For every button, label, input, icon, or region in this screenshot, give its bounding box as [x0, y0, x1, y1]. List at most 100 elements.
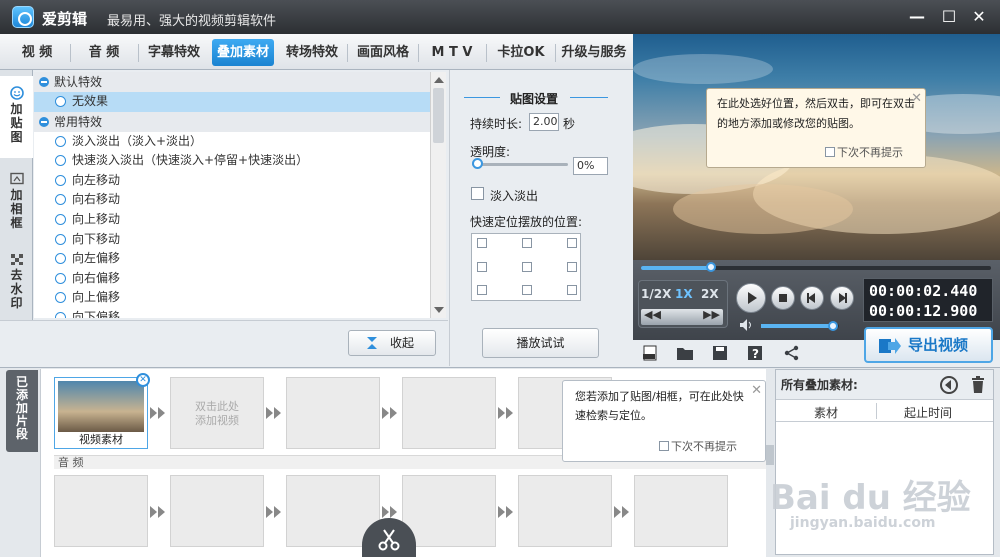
- tab-audio[interactable]: 音 频: [75, 39, 133, 66]
- position-checkbox[interactable]: [567, 238, 577, 248]
- list-item-no-effect[interactable]: 无效果: [34, 92, 430, 112]
- tab-upgrade-service[interactable]: 升级与服务: [558, 39, 630, 66]
- side-tab-remove-watermark[interactable]: 去水印: [0, 244, 33, 318]
- empty-clip-slot[interactable]: [286, 377, 380, 449]
- video-clip[interactable]: 视频素材 ✕: [54, 373, 150, 449]
- collapse-icon[interactable]: [39, 116, 49, 127]
- position-checkbox[interactable]: [522, 285, 532, 295]
- tab-transition-effects[interactable]: 转场特效: [281, 39, 343, 66]
- tab-picture-style[interactable]: 画面风格: [352, 39, 414, 66]
- opacity-input[interactable]: 0%: [573, 157, 608, 175]
- empty-audio-slot[interactable]: [170, 475, 264, 547]
- column-start-end-time: 起止时间: [904, 406, 953, 420]
- tooltip-close-button[interactable]: ✕: [911, 89, 922, 109]
- volume-knob[interactable]: [827, 321, 838, 331]
- list-item[interactable]: 向上移动: [34, 210, 430, 230]
- position-checkbox[interactable]: [477, 238, 487, 248]
- step-back-icon[interactable]: ◀◀: [644, 308, 661, 321]
- back-icon[interactable]: [940, 376, 958, 394]
- side-tab-label: 去水印: [10, 268, 23, 310]
- overlays-panel-title: 所有叠加素材:: [776, 370, 993, 400]
- position-checkbox[interactable]: [522, 238, 532, 248]
- add-video-slot[interactable]: 双击此处添加视频: [170, 377, 264, 449]
- empty-audio-slot[interactable]: [518, 475, 612, 547]
- app-title: 爱剪辑: [42, 10, 88, 28]
- app-logo-icon: [12, 6, 34, 28]
- empty-clip-slot[interactable]: [402, 377, 496, 449]
- group-common-effects[interactable]: 常用特效: [34, 111, 430, 132]
- collapse-icon: [367, 337, 377, 349]
- effect-list-scrollbar[interactable]: [430, 72, 446, 318]
- list-item[interactable]: 向下移动: [34, 230, 430, 250]
- play-button[interactable]: [736, 283, 766, 313]
- help-icon[interactable]: ?: [746, 345, 764, 361]
- previous-frame-button[interactable]: [800, 286, 824, 310]
- arrow-icon: [266, 506, 281, 518]
- no-remind-checkbox[interactable]: 下次不再提示: [825, 143, 903, 163]
- list-item[interactable]: 快速淡入淡出（快速淡入+停留+快速淡出）: [34, 151, 430, 171]
- tab-video[interactable]: 视 频: [8, 39, 66, 66]
- tab-subtitle-effects[interactable]: 字幕特效: [143, 39, 205, 66]
- list-item[interactable]: 向左偏移: [34, 249, 430, 269]
- tab-overlay-material[interactable]: 叠加素材: [212, 39, 274, 66]
- empty-audio-slot[interactable]: [634, 475, 728, 547]
- scrollbar-thumb[interactable]: [433, 88, 444, 143]
- scroll-up-icon[interactable]: [434, 77, 444, 83]
- position-checkbox[interactable]: [567, 285, 577, 295]
- position-checkbox[interactable]: [477, 285, 487, 295]
- scroll-down-icon[interactable]: [434, 307, 444, 313]
- opacity-slider[interactable]: [472, 158, 483, 169]
- share-icon[interactable]: [783, 345, 801, 361]
- empty-audio-slot[interactable]: [402, 475, 496, 547]
- fade-checkbox[interactable]: [471, 187, 484, 200]
- speed-half-button[interactable]: 1/2X: [641, 287, 671, 301]
- duration-input[interactable]: 2.00: [529, 113, 559, 131]
- new-file-icon[interactable]: [641, 345, 659, 361]
- list-item[interactable]: 向右偏移: [34, 269, 430, 289]
- group-default-effects[interactable]: 默认特效: [34, 72, 430, 92]
- no-remind-checkbox[interactable]: 下次不再提示: [659, 437, 737, 456]
- position-checkbox[interactable]: [522, 262, 532, 272]
- step-forward-icon[interactable]: ▶▶: [703, 308, 720, 321]
- maximize-button[interactable]: ☐: [938, 6, 960, 28]
- main-tab-bar: 视 频 音 频 字幕特效 叠加素材 转场特效 画面风格 M T V 卡拉OK 升…: [0, 34, 633, 70]
- seek-bar[interactable]: [641, 266, 991, 270]
- tooltip-close-button[interactable]: ✕: [751, 381, 762, 400]
- timecode-display: 00:00:02.440 00:00:12.900: [863, 278, 993, 322]
- seek-knob[interactable]: [706, 262, 716, 272]
- side-tab-add-sticker[interactable]: 加贴图: [0, 76, 33, 158]
- list-item[interactable]: 向下偏移: [34, 308, 430, 318]
- position-checkbox[interactable]: [477, 262, 487, 272]
- tab-mtv[interactable]: M T V: [423, 39, 481, 66]
- volume-icon[interactable]: [739, 318, 755, 332]
- open-folder-icon[interactable]: [676, 345, 694, 361]
- side-tab-add-frame[interactable]: 加相框: [0, 162, 33, 242]
- list-item[interactable]: 向左移动: [34, 171, 430, 191]
- stop-button[interactable]: [771, 286, 795, 310]
- remove-clip-icon[interactable]: ✕: [136, 373, 150, 387]
- export-video-button[interactable]: 导出视频: [864, 327, 993, 363]
- collapse-icon[interactable]: [39, 77, 49, 87]
- collapse-button[interactable]: 收起: [348, 330, 436, 356]
- list-item[interactable]: 向右移动: [34, 190, 430, 210]
- tab-karaoke[interactable]: 卡拉OK: [491, 39, 551, 66]
- list-item[interactable]: 淡入淡出（淡入+淡出）: [34, 132, 430, 152]
- clip-thumbnail: [58, 381, 144, 432]
- added-clips-tab[interactable]: 已添加片段: [6, 370, 38, 452]
- close-button[interactable]: ✕: [968, 6, 990, 28]
- position-checkbox[interactable]: [567, 262, 577, 272]
- delete-icon[interactable]: [970, 376, 986, 394]
- next-frame-button[interactable]: [830, 286, 854, 310]
- jog-wheel[interactable]: ◀◀ ▶▶: [641, 308, 723, 325]
- minimize-button[interactable]: —: [906, 6, 928, 28]
- arrow-icon: [150, 407, 165, 419]
- panel-toggle[interactable]: [766, 445, 774, 465]
- empty-audio-slot[interactable]: [54, 475, 148, 547]
- total-time: 00:00:12.900: [869, 302, 978, 320]
- play-preview-button[interactable]: 播放试试: [482, 328, 599, 358]
- list-item[interactable]: 向上偏移: [34, 288, 430, 308]
- save-icon[interactable]: [711, 345, 729, 361]
- speed-1x-button[interactable]: 1X: [675, 287, 693, 301]
- speed-2x-button[interactable]: 2X: [701, 287, 719, 301]
- arrow-icon: [498, 407, 513, 419]
